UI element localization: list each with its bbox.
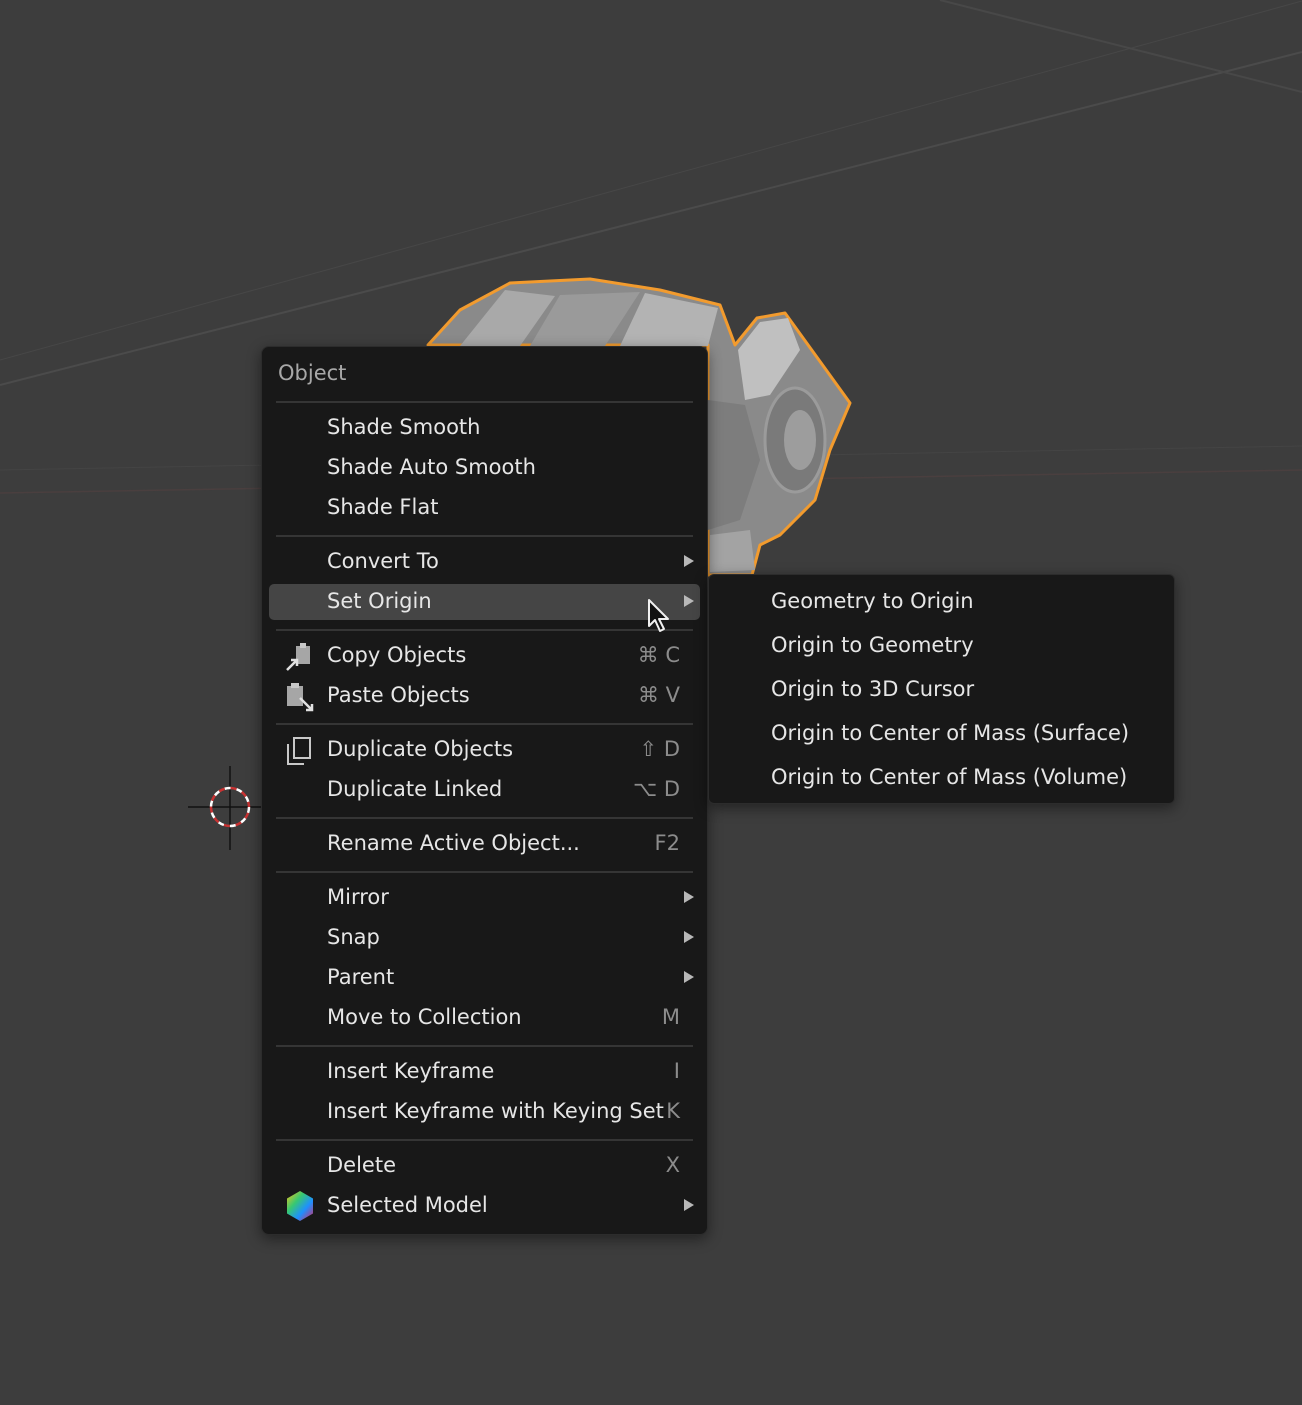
convert-to-item[interactable]: Convert To bbox=[269, 544, 700, 580]
menu-item-label: Convert To bbox=[327, 549, 439, 573]
copy-objects-item[interactable]: Copy Objects ⌘ C bbox=[269, 638, 700, 674]
shortcut-text: ⌥ D bbox=[632, 777, 680, 801]
menu-item-label: Insert Keyframe with Keying Set bbox=[327, 1099, 664, 1123]
menu-separator bbox=[276, 629, 693, 631]
copy-icon bbox=[286, 643, 310, 671]
menu-item-label: Origin to Center of Mass (Surface) bbox=[771, 721, 1130, 745]
menu-item-label: Delete bbox=[327, 1153, 396, 1177]
ear-inner bbox=[784, 410, 816, 470]
origin-to-3d-cursor-item[interactable]: Origin to 3D Cursor bbox=[715, 669, 1168, 705]
menu-item-label: Rename Active Object... bbox=[327, 831, 580, 855]
shortcut-text: ⇧ D bbox=[639, 737, 680, 761]
3d-cursor-icon[interactable] bbox=[188, 766, 268, 850]
shade-smooth-item[interactable]: Shade Smooth bbox=[269, 410, 700, 446]
3d-viewport[interactable]: Object Shade Smooth Shade Auto Smooth Sh… bbox=[0, 0, 1302, 1405]
menu-separator bbox=[276, 1139, 693, 1141]
geometry-to-origin-item[interactable]: Geometry to Origin bbox=[715, 581, 1168, 617]
duplicate-linked-item[interactable]: Duplicate Linked ⌥ D bbox=[269, 772, 700, 808]
menu-item-label: Insert Keyframe bbox=[327, 1059, 495, 1083]
rename-active-object-item[interactable]: Rename Active Object... F2 bbox=[269, 826, 700, 862]
menu-separator bbox=[276, 535, 693, 537]
selected-model-item[interactable]: Selected Model bbox=[269, 1188, 700, 1224]
duplicate-objects-item[interactable]: Duplicate Objects ⇧ D bbox=[269, 732, 700, 768]
menu-separator bbox=[276, 1045, 693, 1047]
submenu-arrow-icon bbox=[684, 931, 694, 943]
menu-item-label: Origin to 3D Cursor bbox=[771, 677, 975, 701]
paste-objects-item[interactable]: Paste Objects ⌘ V bbox=[269, 678, 700, 714]
menu-separator bbox=[276, 401, 693, 403]
origin-to-center-of-mass-surface-item[interactable]: Origin to Center of Mass (Surface) bbox=[715, 713, 1168, 749]
parent-item[interactable]: Parent bbox=[269, 960, 700, 996]
menu-item-label: Geometry to Origin bbox=[771, 589, 974, 613]
menu-item-label: Shade Smooth bbox=[327, 415, 481, 439]
menu-item-label: Shade Flat bbox=[327, 495, 439, 519]
menu-item-label: Copy Objects bbox=[327, 643, 467, 667]
snap-item[interactable]: Snap bbox=[269, 920, 700, 956]
menu-separator bbox=[276, 723, 693, 725]
submenu-arrow-icon bbox=[684, 595, 694, 607]
shade-auto-smooth-item[interactable]: Shade Auto Smooth bbox=[269, 450, 700, 486]
menu-item-label: Paste Objects bbox=[327, 683, 470, 707]
mouse-pointer-icon bbox=[648, 599, 669, 632]
object-context-menu: Object Shade Smooth Shade Auto Smooth Sh… bbox=[261, 346, 708, 1235]
menu-title: Object bbox=[278, 361, 347, 385]
shortcut-text: M bbox=[661, 1005, 680, 1029]
mirror-item[interactable]: Mirror bbox=[269, 880, 700, 916]
menu-item-label: Duplicate Objects bbox=[327, 737, 514, 761]
shortcut-text: F2 bbox=[654, 831, 680, 855]
menu-separator bbox=[276, 817, 693, 819]
insert-keyframe-keying-set-item[interactable]: Insert Keyframe with Keying Set K bbox=[269, 1094, 700, 1130]
shortcut-text: K bbox=[666, 1099, 680, 1123]
insert-keyframe-item[interactable]: Insert Keyframe I bbox=[269, 1054, 700, 1090]
origin-to-center-of-mass-volume-item[interactable]: Origin to Center of Mass (Volume) bbox=[715, 757, 1168, 793]
menu-item-label: Move to Collection bbox=[327, 1005, 522, 1029]
menu-item-label: Origin to Center of Mass (Volume) bbox=[771, 765, 1128, 789]
submenu-arrow-icon bbox=[684, 555, 694, 567]
shortcut-text: X bbox=[665, 1153, 680, 1177]
submenu-arrow-icon bbox=[684, 1199, 694, 1211]
menu-item-label: Parent bbox=[327, 965, 395, 989]
set-origin-item[interactable]: Set Origin bbox=[269, 584, 700, 620]
duplicate-icon bbox=[287, 737, 311, 765]
menu-item-label: Shade Auto Smooth bbox=[327, 455, 536, 479]
menu-item-label: Selected Model bbox=[327, 1193, 488, 1217]
menu-item-label: Mirror bbox=[327, 885, 389, 909]
submenu-arrow-icon bbox=[684, 971, 694, 983]
paste-icon bbox=[287, 683, 314, 712]
grid-line bbox=[939, 0, 1302, 93]
shade-flat-item[interactable]: Shade Flat bbox=[269, 490, 700, 526]
submenu-arrow-icon bbox=[684, 891, 694, 903]
menu-item-label: Set Origin bbox=[327, 589, 432, 613]
mesh-face bbox=[710, 530, 755, 572]
menu-item-label: Origin to Geometry bbox=[771, 633, 974, 657]
move-to-collection-item[interactable]: Move to Collection M bbox=[269, 1000, 700, 1036]
shortcut-text: ⌘ V bbox=[637, 683, 680, 707]
menu-separator bbox=[276, 871, 693, 873]
delete-item[interactable]: Delete X bbox=[269, 1148, 700, 1184]
set-origin-submenu: Geometry to Origin Origin to Geometry Or… bbox=[708, 574, 1175, 804]
model-icon bbox=[287, 1191, 313, 1221]
shortcut-text: ⌘ C bbox=[637, 643, 680, 667]
origin-to-geometry-item[interactable]: Origin to Geometry bbox=[715, 625, 1168, 661]
shortcut-text: I bbox=[673, 1059, 680, 1083]
menu-item-label: Duplicate Linked bbox=[327, 777, 503, 801]
menu-item-label: Snap bbox=[327, 925, 380, 949]
